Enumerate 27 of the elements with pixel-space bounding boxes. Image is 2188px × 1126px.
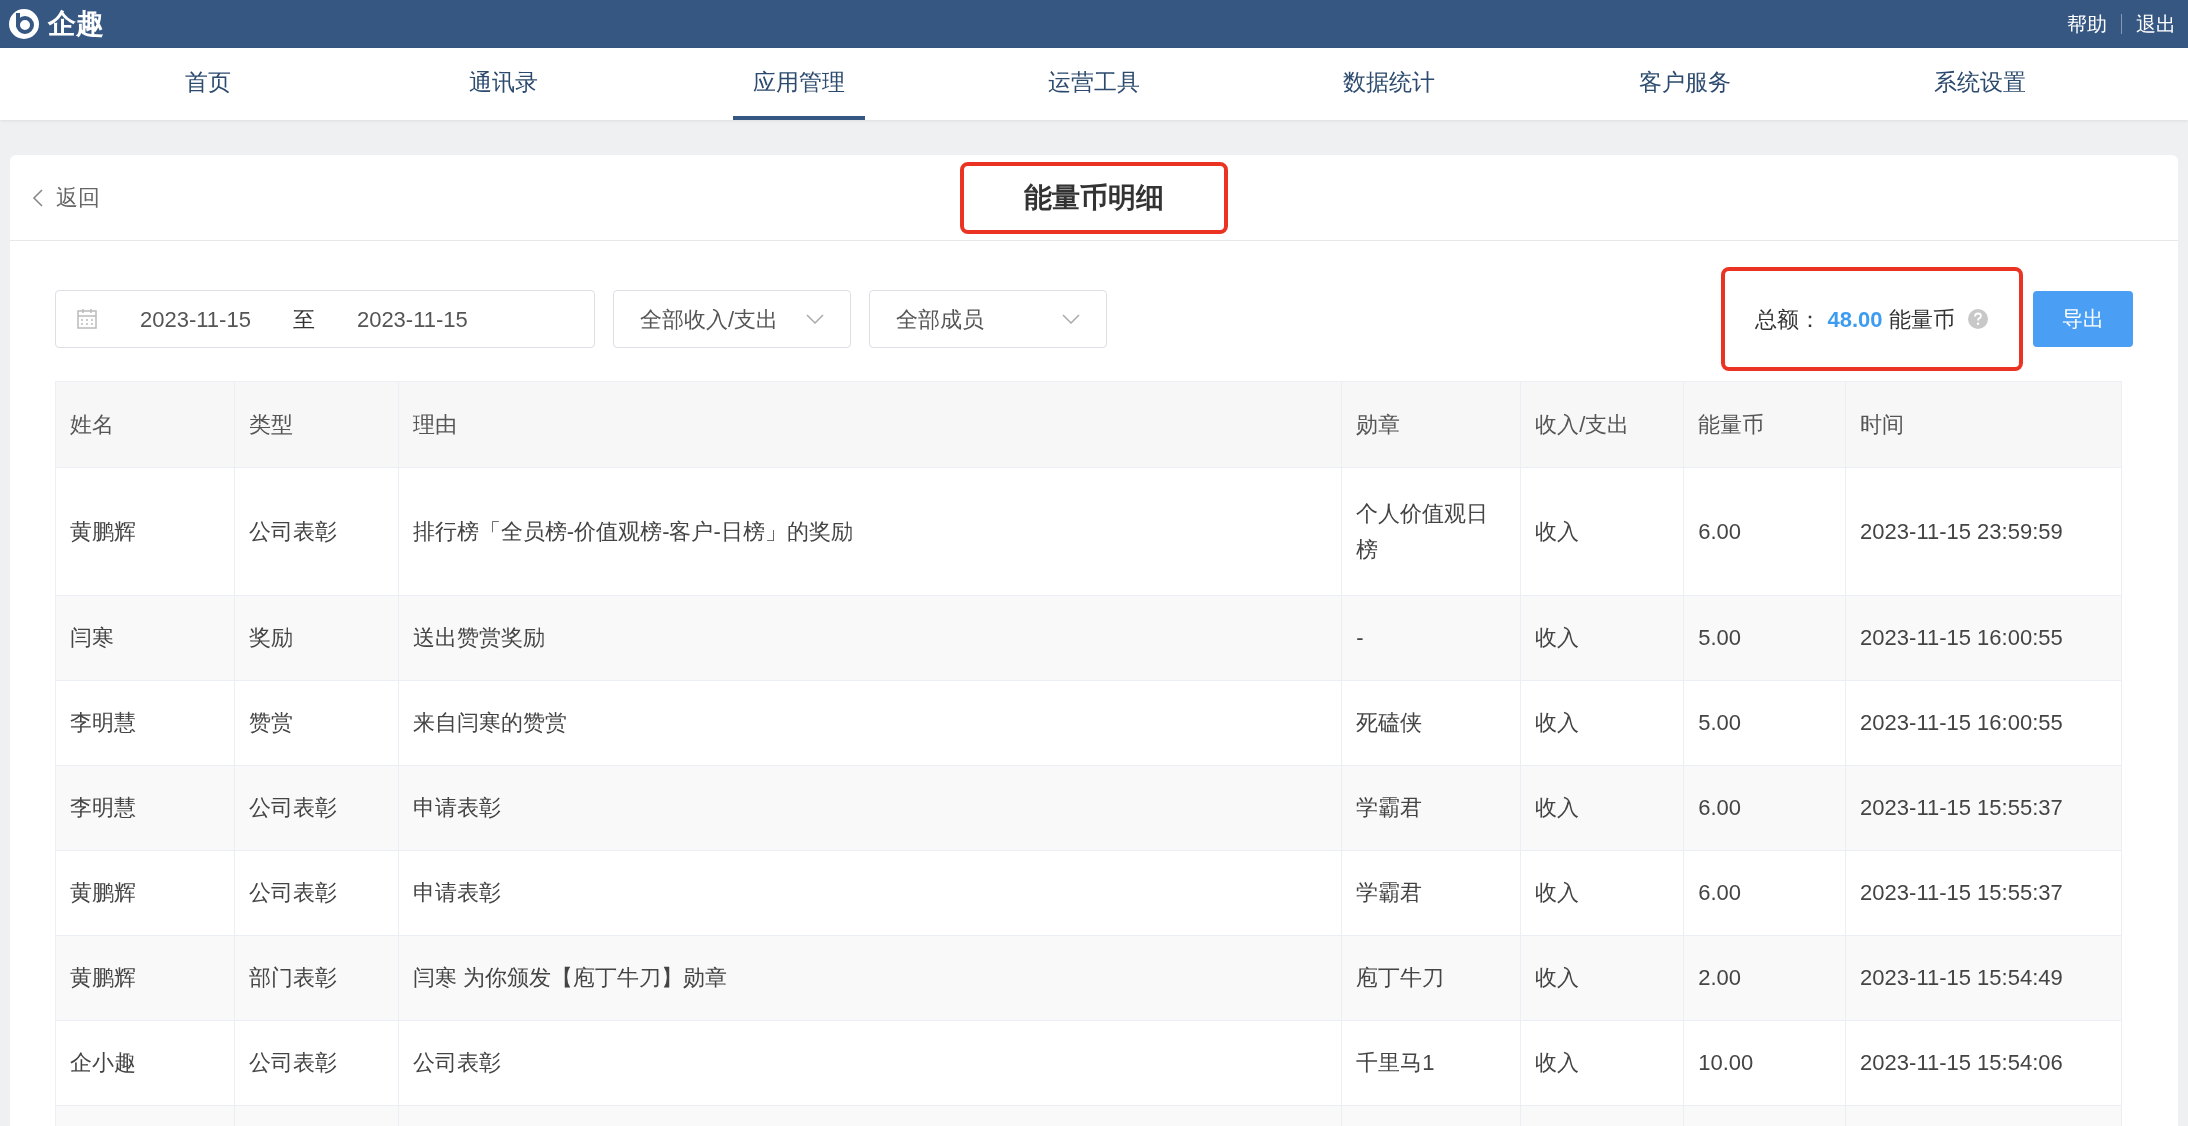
date-range-field[interactable]: 2023-11-15 至 2023-11-15 xyxy=(55,290,595,348)
nav-tab[interactable]: 数据统计 xyxy=(1323,48,1456,120)
total-unit: 能量币 xyxy=(1888,305,1955,334)
total-amount: 48.00 xyxy=(1827,305,1883,334)
header-link[interactable]: 退出 xyxy=(2136,9,2176,39)
chevron-down-icon xyxy=(1062,314,1080,324)
select-field[interactable]: 全部收入/支出 xyxy=(613,290,851,348)
total-label: 总额： xyxy=(1755,305,1822,334)
select-field[interactable]: 全部成员 xyxy=(869,290,1107,348)
back-link[interactable]: 返回 xyxy=(32,181,100,214)
help-icon[interactable] xyxy=(1966,308,1989,330)
header-link[interactable]: 帮助 xyxy=(2067,9,2107,39)
nav-tab[interactable]: 通讯录 xyxy=(448,48,558,120)
nav-tab[interactable]: 系统设置 xyxy=(1914,48,2047,120)
nav-tab[interactable]: 客户服务 xyxy=(1618,48,1751,120)
start-date: 2023-11-15 xyxy=(140,305,251,334)
date-separator: 至 xyxy=(292,305,315,334)
logo-icon xyxy=(8,8,40,40)
chevron-down-icon xyxy=(806,314,824,324)
nav-tab[interactable]: 首页 xyxy=(164,48,251,120)
chevron-left-icon xyxy=(32,187,44,208)
nav-tab[interactable]: 应用管理 xyxy=(732,48,865,120)
end-date: 2023-11-15 xyxy=(356,305,468,334)
page-title: 能量币明细 xyxy=(1024,181,1164,215)
calendar-icon xyxy=(76,308,98,330)
nav-tab[interactable]: 运营工具 xyxy=(1027,48,1160,120)
app-logo-text: 企趣 xyxy=(48,7,104,41)
